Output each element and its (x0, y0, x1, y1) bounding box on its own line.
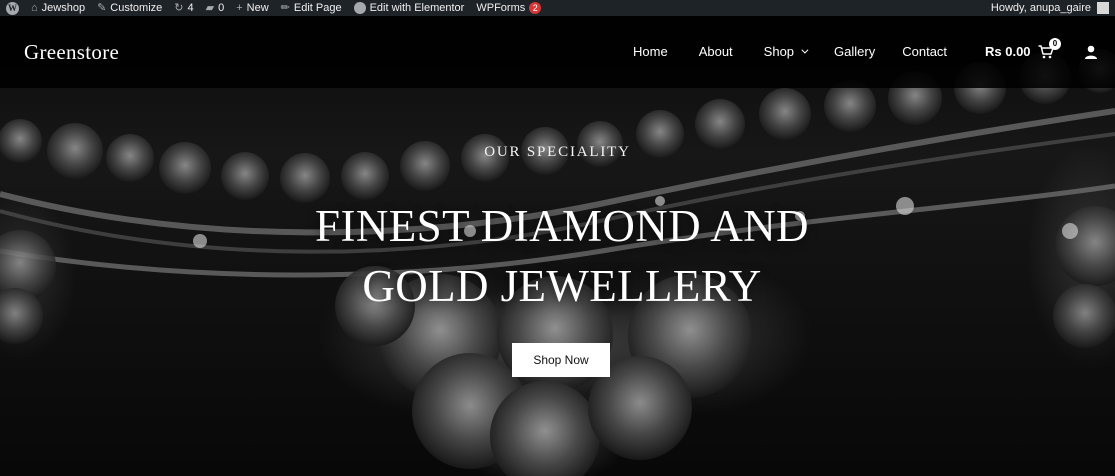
customize-label: Customize (110, 2, 163, 14)
hero-headline-line-1: FINEST DIAMOND AND (315, 201, 809, 251)
wp-admin-bar: W ⌂ Jewshop ✎ Customize ↻ 4 ▰ 0 + New ✏ … (0, 0, 1115, 16)
chevron-down-icon (801, 46, 809, 54)
nav-item-shop-label: Shop (763, 44, 795, 59)
new-content-link[interactable]: + New (230, 0, 274, 16)
updates-link[interactable]: ↻ 4 (168, 0, 199, 16)
shop-now-button[interactable]: Shop Now (512, 343, 610, 377)
my-account-menu[interactable]: Howdy, anupa_gaire (985, 0, 1115, 16)
new-label: New (246, 2, 269, 14)
nav-item-home[interactable]: Home (633, 44, 668, 59)
site-name-link[interactable]: ⌂ Jewshop (25, 0, 91, 16)
wordpress-logo-icon: W (6, 1, 19, 15)
hero-headline-line-2: GOLD JEWELLERY (362, 261, 762, 311)
updates-icon: ↻ (174, 1, 184, 14)
nav-item-about[interactable]: About (699, 44, 733, 59)
hero-headline: FINEST DIAMOND AND GOLD JEWELLERY (0, 196, 1115, 316)
elementor-icon: E (353, 2, 366, 14)
site-logo[interactable]: Greenstore (24, 40, 119, 65)
wpforms-label: WPForms (476, 2, 526, 14)
edit-page-label: Edit Page (293, 2, 342, 14)
hero-kicker: OUR SPECIALITY (484, 144, 631, 160)
home-icon: ⌂ (31, 1, 38, 14)
customize-link[interactable]: ✎ Customize (91, 0, 168, 16)
site-name-label: Jewshop (41, 2, 86, 14)
main-navigation: Home About Shop Gallery Contact (633, 44, 947, 59)
avatar (1097, 2, 1109, 14)
pencil-icon: ✏ (280, 1, 290, 14)
nav-item-gallery[interactable]: Gallery (834, 44, 875, 59)
user-icon[interactable] (1084, 45, 1098, 59)
updates-count: 4 (187, 2, 194, 14)
plus-icon: + (236, 1, 243, 14)
comment-icon: ▰ (205, 1, 215, 14)
comments-count: 0 (218, 2, 225, 14)
paintbrush-icon: ✎ (97, 1, 107, 14)
nav-item-contact[interactable]: Contact (902, 44, 947, 59)
wpforms-link[interactable]: WPForms 2 (470, 0, 547, 16)
cart-total[interactable]: Rs 0.00 (985, 44, 1031, 59)
howdy-label: Howdy, anupa_gaire (990, 2, 1091, 14)
edit-page-link[interactable]: ✏ Edit Page (275, 0, 348, 16)
comments-link[interactable]: ▰ 0 (200, 0, 231, 16)
edit-elementor-label: Edit with Elementor (369, 2, 465, 14)
wpforms-notification-badge: 2 (529, 2, 542, 14)
wp-logo-menu[interactable]: W (0, 0, 25, 16)
cart-count-badge: 0 (1049, 38, 1061, 50)
admin-bar-left: W ⌂ Jewshop ✎ Customize ↻ 4 ▰ 0 + New ✏ … (0, 0, 547, 16)
admin-bar-right: Howdy, anupa_gaire (985, 0, 1115, 16)
edit-with-elementor-link[interactable]: E Edit with Elementor (348, 0, 471, 16)
site-header: Greenstore Home About Shop Gallery Conta… (0, 16, 1115, 88)
nav-item-shop[interactable]: Shop (763, 44, 809, 59)
